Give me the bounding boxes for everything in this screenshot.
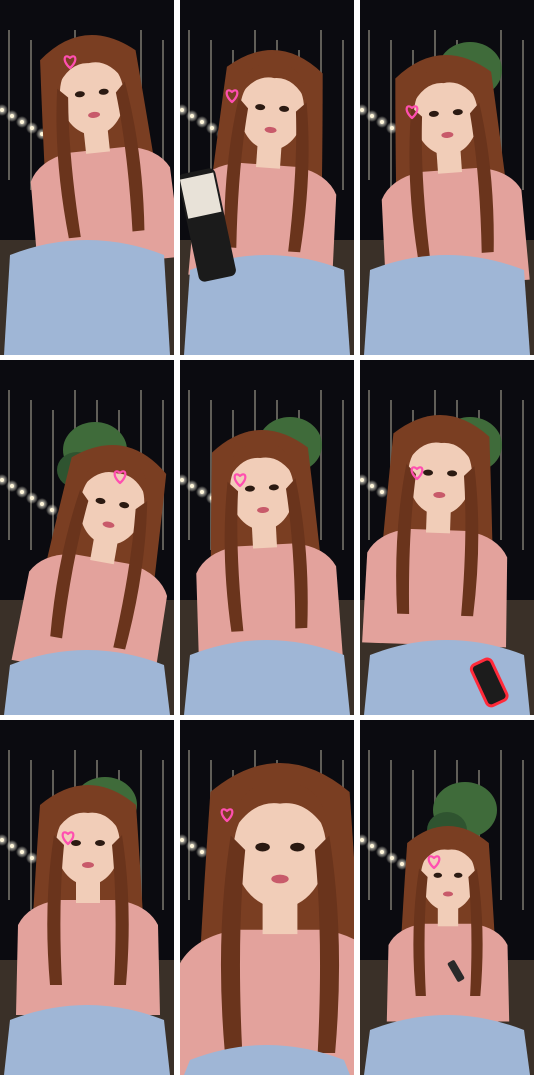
string-light: [0, 838, 4, 842]
frame-scene: [0, 720, 174, 1075]
frame-scene: [0, 0, 174, 355]
string-light: [360, 838, 364, 842]
frame-scene: [180, 360, 354, 715]
light-streak: [390, 40, 392, 190]
eye: [290, 842, 305, 852]
string-light: [370, 844, 374, 848]
light-streak: [368, 750, 370, 900]
pink-top: [362, 528, 508, 648]
frame-scene: [180, 720, 354, 1075]
light-streak: [342, 400, 344, 550]
string-light: [0, 108, 4, 112]
frame-scene: [180, 0, 354, 355]
eye: [433, 872, 443, 878]
string-light: [30, 126, 34, 130]
photo-frame-1: [0, 0, 174, 355]
light-streak: [8, 30, 10, 180]
light-streak: [522, 400, 524, 550]
string-light: [190, 484, 194, 488]
string-light: [30, 856, 34, 860]
string-light: [180, 838, 184, 842]
string-light: [190, 844, 194, 848]
frame-scene: [0, 360, 174, 715]
string-light: [40, 502, 44, 506]
photo-frame-2: [180, 0, 354, 355]
jeans: [4, 240, 170, 355]
light-streak: [390, 760, 392, 910]
photo-frame-9: [360, 720, 534, 1075]
photo-frame-3: [360, 0, 534, 355]
eye: [95, 840, 105, 846]
light-streak: [162, 760, 164, 910]
string-light: [360, 108, 364, 112]
frame-scene: [360, 0, 534, 355]
eye: [71, 840, 81, 846]
photo-frame-8: [180, 720, 354, 1075]
light-streak: [188, 30, 190, 180]
string-light: [370, 114, 374, 118]
pink-top: [16, 900, 160, 1015]
pink-top: [386, 923, 510, 1022]
jeans: [364, 640, 530, 715]
string-light: [0, 478, 4, 482]
string-light: [370, 484, 374, 488]
light-streak: [500, 390, 502, 540]
light-streak: [342, 40, 344, 190]
string-light: [360, 478, 364, 482]
jeans: [4, 650, 170, 715]
photo-frame-4: [0, 360, 174, 715]
string-light: [10, 484, 14, 488]
string-light: [30, 496, 34, 500]
light-streak: [500, 750, 502, 900]
jeans: [364, 1015, 530, 1075]
string-light: [200, 120, 204, 124]
photo-frame-7: [0, 720, 174, 1075]
light-streak: [368, 30, 370, 180]
jeans: [184, 640, 350, 715]
photo-frame-5: [180, 360, 354, 715]
light-streak: [30, 40, 32, 190]
string-light: [200, 850, 204, 854]
light-streak: [522, 40, 524, 190]
string-light: [380, 120, 384, 124]
string-light: [50, 508, 54, 512]
string-light: [20, 120, 24, 124]
mouth: [82, 862, 94, 868]
photo-frame-6: [360, 360, 534, 715]
string-light: [210, 126, 214, 130]
string-light: [200, 490, 204, 494]
string-light: [380, 490, 384, 494]
light-streak: [8, 390, 10, 540]
light-streak: [522, 760, 524, 910]
string-light: [180, 478, 184, 482]
light-streak: [320, 390, 322, 540]
light-streak: [30, 760, 32, 910]
light-streak: [188, 390, 190, 540]
frame-scene: [360, 720, 534, 1075]
string-light: [180, 108, 184, 112]
light-streak: [30, 400, 32, 550]
string-light: [10, 844, 14, 848]
string-light: [20, 850, 24, 854]
string-light: [390, 126, 394, 130]
string-light: [190, 114, 194, 118]
light-streak: [188, 750, 190, 900]
eye: [255, 842, 270, 852]
string-light: [20, 490, 24, 494]
jeans: [4, 1005, 170, 1075]
string-light: [10, 114, 14, 118]
mouth: [442, 891, 454, 897]
light-streak: [210, 40, 212, 190]
photo-collage-grid: [0, 0, 535, 1075]
eye: [453, 872, 463, 878]
string-light: [380, 850, 384, 854]
light-streak: [8, 750, 10, 900]
jeans: [364, 255, 530, 355]
light-streak: [368, 390, 370, 540]
frame-scene: [360, 360, 534, 715]
string-light: [400, 862, 404, 866]
string-light: [390, 856, 394, 860]
mouth: [271, 874, 289, 884]
